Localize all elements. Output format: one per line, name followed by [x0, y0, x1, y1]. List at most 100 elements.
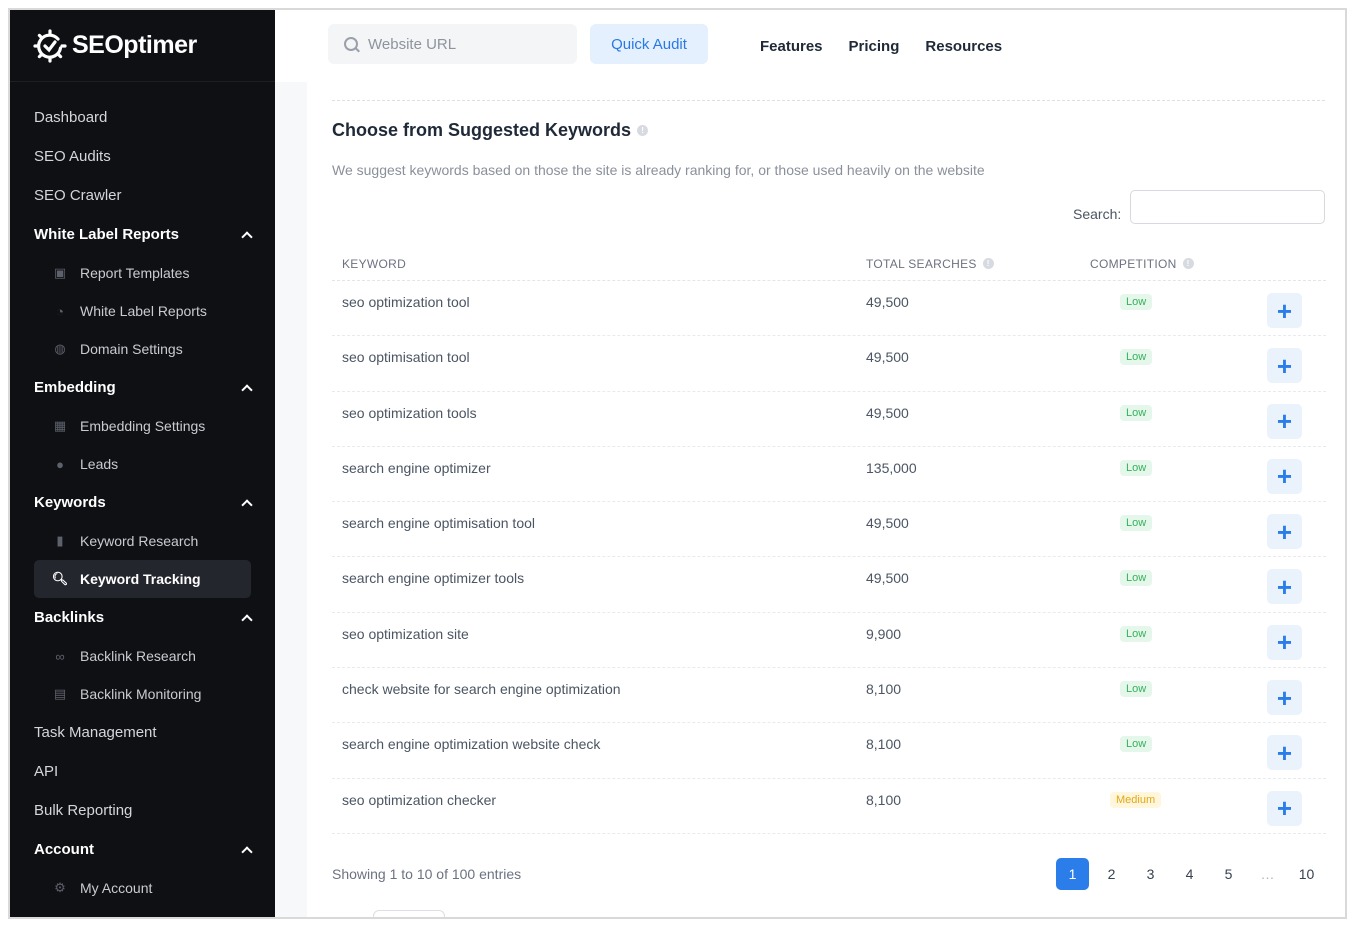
table-row: search engine optimizer 135,000 Low +	[332, 447, 1326, 503]
plus-icon: +	[1276, 737, 1293, 768]
sidebar-item-backlink-research[interactable]: ∞ Backlink Research	[34, 637, 251, 675]
column-header-competition[interactable]: COMPETITION !	[1090, 257, 1220, 271]
sidebar-item-backlink-monitoring[interactable]: ▤ Backlink Monitoring	[34, 675, 251, 713]
code-grid-icon: ▦	[53, 418, 67, 433]
sidebar-item-label: Bulk Reporting	[34, 802, 133, 819]
keyword-cell: search engine optimizer	[342, 459, 491, 476]
page-title: Choose from Suggested Keywords	[332, 120, 632, 140]
sidebar-item-white-label-reports[interactable]: ◔ White Label Reports	[34, 292, 251, 330]
section-label: Account	[34, 841, 94, 858]
chevron-up-icon[interactable]	[241, 498, 251, 508]
table-search-label: Search:	[1073, 206, 1122, 222]
add-keyword-button[interactable]: +	[1267, 735, 1302, 771]
sidebar-item-api[interactable]: API	[34, 752, 251, 791]
page-button-3[interactable]: 3	[1134, 858, 1167, 890]
page-button-5[interactable]: 5	[1212, 858, 1245, 890]
sidebar-section-backlinks[interactable]: Backlinks	[34, 598, 251, 637]
divider	[332, 100, 1325, 101]
nav-link-resources[interactable]: Resources	[925, 38, 1002, 55]
sidebar-item-task-management[interactable]: Task Management	[34, 713, 251, 752]
nav-link-features[interactable]: Features	[760, 38, 823, 55]
page-button-10[interactable]: 10	[1290, 858, 1323, 890]
sidebar-item-keyword-tracking[interactable]: 🔍︎ Keyword Tracking	[34, 560, 251, 598]
sidebar-item-label: Report Templates	[80, 265, 190, 281]
competition-badge: Low	[1120, 294, 1153, 310]
sidebar-section-keywords[interactable]: Keywords	[34, 483, 251, 522]
sidebar-item-seo-crawler[interactable]: SEO Crawler	[34, 176, 251, 215]
table-row: seo optimization site 9,900 Low +	[332, 613, 1326, 669]
competition-cell: Low	[1090, 668, 1220, 698]
sidebar-item-bulk-reporting[interactable]: Bulk Reporting	[34, 791, 251, 830]
sidebar-section-embedding[interactable]: Embedding	[34, 368, 251, 407]
chevron-up-icon[interactable]	[241, 845, 251, 855]
competition-badge: Low	[1120, 459, 1153, 476]
sidebar-item-domain-settings[interactable]: ◍ Domain Settings	[34, 330, 251, 368]
add-keyword-button[interactable]: +	[1267, 348, 1302, 384]
keyword-cell: search engine optimisation tool	[342, 515, 536, 532]
add-keyword-button[interactable]: +	[1267, 514, 1302, 550]
website-url-input[interactable]	[368, 35, 548, 53]
competition-badge: Low	[1120, 625, 1153, 642]
column-header-keyword[interactable]: KEYWORD	[332, 257, 866, 271]
report-icon: ◔	[56, 303, 64, 319]
chevron-up-icon[interactable]	[241, 230, 251, 240]
logo[interactable]: SEOptimer	[10, 10, 275, 82]
sidebar-item-my-account[interactable]: ⚙ My Account	[34, 869, 251, 907]
add-keyword-button[interactable]: +	[1267, 569, 1302, 605]
table-row: search engine optimizer tools 49,500 Low +	[332, 557, 1326, 613]
add-keyword-button[interactable]: +	[1267, 790, 1302, 826]
keyword-cell: seo optimization tools	[342, 404, 477, 421]
add-keyword-button[interactable]: +	[1267, 403, 1302, 439]
sidebar-item-keyword-research[interactable]: ▮ Keyword Research	[34, 522, 251, 560]
keywords-table: KEYWORD TOTAL SEARCHES ! COMPETITION ! s…	[332, 247, 1326, 834]
competition-cell: Low	[1090, 392, 1220, 421]
template-icon: ▣	[53, 265, 67, 280]
competition-cell: Low	[1090, 281, 1220, 310]
sidebar-item-dashboard[interactable]: Dashboard	[34, 98, 251, 137]
add-keyword-button[interactable]: +	[1267, 293, 1302, 328]
keyword-cell: seo optimization tool	[342, 294, 470, 310]
plus-icon: +	[1276, 627, 1293, 658]
sidebar-item-seo-audits[interactable]: SEO Audits	[34, 137, 251, 176]
page-button-2[interactable]: 2	[1095, 858, 1128, 890]
quick-audit-button[interactable]: Quick Audit	[590, 24, 708, 64]
competition-cell: Low	[1090, 613, 1220, 642]
keyword-cell: seo optimization checker	[342, 791, 497, 808]
sidebar-item-label: Dashboard	[34, 109, 108, 126]
add-keyword-button[interactable]: +	[1267, 624, 1302, 660]
sidebar-item-embedding-settings[interactable]: ▦ Embedding Settings	[34, 407, 251, 445]
section-label: Keywords	[34, 494, 106, 511]
searches-cell: 49,500	[866, 404, 909, 421]
add-keyword-button[interactable]: +	[1267, 458, 1302, 494]
info-icon[interactable]: !	[982, 258, 994, 269]
table-body: seo optimization tool 49,500 Low + seo optim…	[332, 281, 1326, 834]
nav-link-pricing[interactable]: Pricing	[849, 38, 900, 55]
keyword-cell: check website for search engine optimiza…	[342, 681, 621, 698]
main-content: Choose from Suggested Keywords ! We sugg…	[307, 82, 1345, 917]
sidebar-section-account[interactable]: Account	[34, 830, 251, 869]
info-icon[interactable]: !	[1182, 258, 1194, 269]
page-button-1[interactable]: 1	[1056, 858, 1089, 890]
competition-cell: Low	[1090, 502, 1220, 532]
gear-icon: ⚙	[54, 880, 66, 895]
add-keyword-button[interactable]: +	[1267, 680, 1302, 716]
searches-cell: 8,100	[866, 791, 902, 808]
plus-icon: +	[1276, 682, 1293, 713]
chevron-up-icon[interactable]	[241, 613, 251, 623]
plus-icon: +	[1276, 793, 1293, 824]
column-header-searches[interactable]: TOTAL SEARCHES !	[866, 257, 1090, 271]
keyword-cell: search engine optimizer tools	[342, 570, 525, 587]
sidebar-item-report-templates[interactable]: ▣ Report Templates	[34, 254, 251, 292]
chevron-up-icon[interactable]	[241, 383, 251, 393]
website-url-field[interactable]	[328, 24, 577, 64]
page-button-4[interactable]: 4	[1173, 858, 1206, 890]
sidebar-item-leads[interactable]: ● Leads	[34, 445, 251, 483]
sidebar-section-white-label-reports[interactable]: White Label Reports	[34, 215, 251, 254]
chart-icon: ▤	[53, 686, 67, 701]
info-icon[interactable]: !	[637, 125, 649, 136]
table-row: search engine optimisation tool 49,500 Low…	[332, 502, 1326, 558]
competition-badge: Low	[1120, 404, 1153, 421]
magnifier-icon: 🔍︎	[51, 571, 69, 586]
plus-icon: +	[1276, 571, 1293, 602]
table-search-input[interactable]	[1130, 190, 1325, 224]
